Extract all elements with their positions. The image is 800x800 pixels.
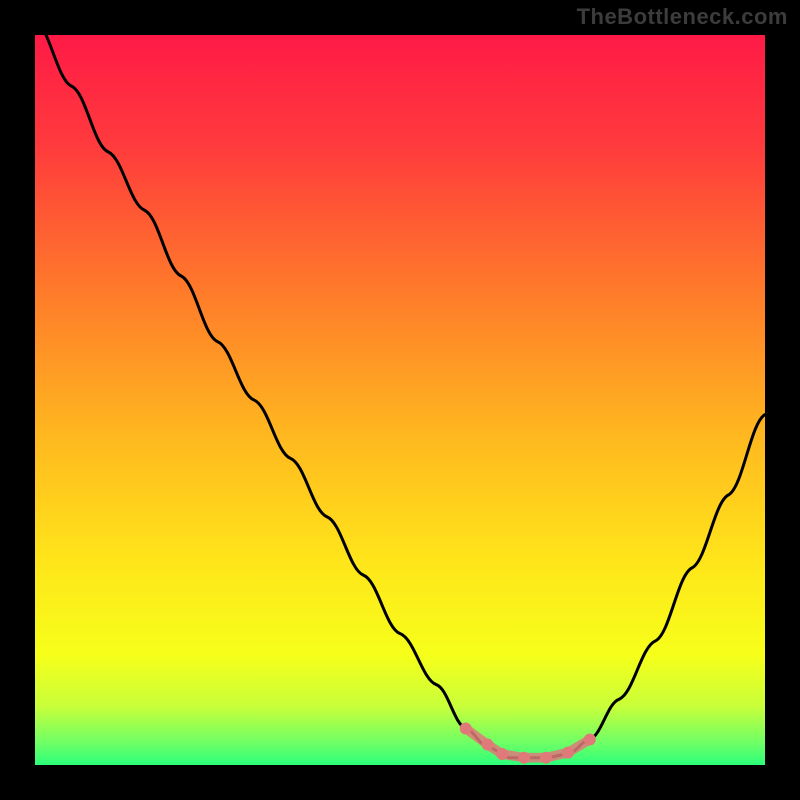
plot-background (35, 35, 765, 765)
bottleneck-chart (0, 0, 800, 800)
optimal-marker (584, 733, 596, 745)
chart-container: TheBottleneck.com (0, 0, 800, 800)
optimal-marker (540, 752, 552, 764)
watermark-text: TheBottleneck.com (577, 4, 788, 30)
optimal-marker (460, 723, 472, 735)
optimal-marker (482, 739, 494, 751)
optimal-marker (518, 752, 530, 764)
optimal-marker (562, 747, 574, 759)
optimal-marker (496, 748, 508, 760)
